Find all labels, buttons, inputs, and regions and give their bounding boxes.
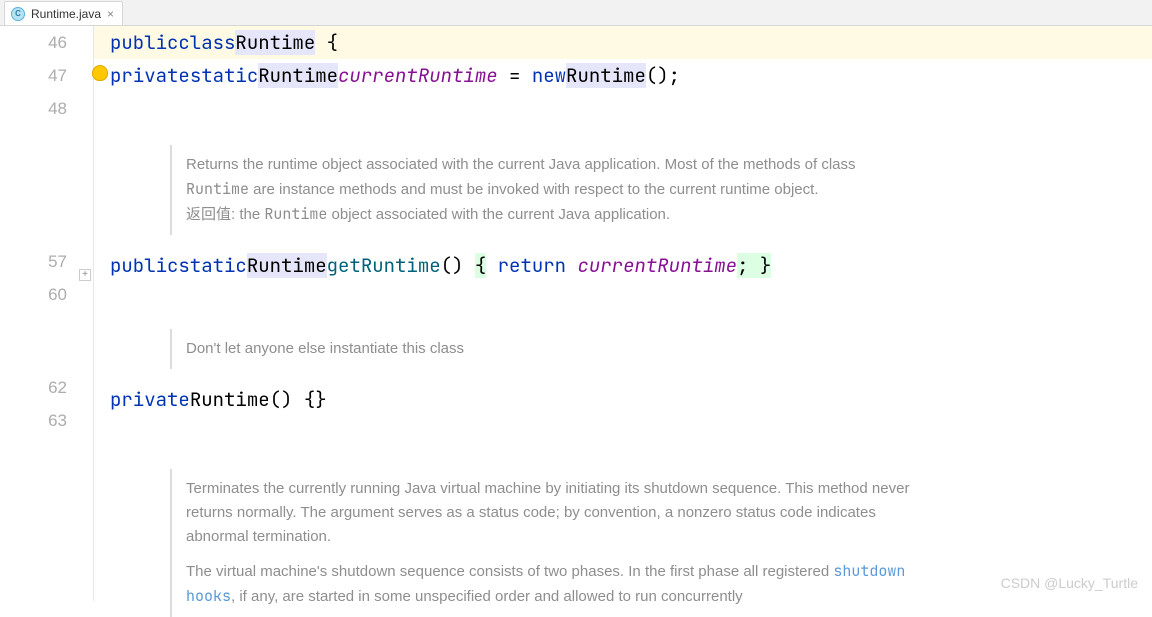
javadoc-block: Returns the runtime object associated wi… <box>170 145 930 235</box>
tab-filename: Runtime.java <box>31 7 101 21</box>
editor-tab[interactable]: C Runtime.java × <box>4 1 123 25</box>
line-number[interactable]: 47 <box>0 59 67 92</box>
javadoc-block: Terminates the currently running Java vi… <box>170 469 930 617</box>
line-number[interactable]: 60 <box>0 278 67 311</box>
line-number[interactable]: 57 <box>0 245 67 278</box>
line-number[interactable]: 62 <box>0 371 67 404</box>
javadoc-block: Don't let anyone else instantiate this c… <box>170 329 930 369</box>
line-number[interactable]: 63 <box>0 404 67 437</box>
gutter: 46 47 48 57 + 60 62 63 <box>0 26 94 601</box>
line-number[interactable]: 48 <box>0 92 67 125</box>
code-line[interactable]: private static Runtime currentRuntime = … <box>94 59 1152 92</box>
editor: 46 47 48 57 + 60 62 63 public class Runt… <box>0 26 1152 601</box>
close-icon[interactable]: × <box>107 7 114 21</box>
code-area[interactable]: public class Runtime { private static Ru… <box>94 26 1152 601</box>
code-line[interactable]: public class Runtime { <box>94 26 1152 59</box>
line-number[interactable]: 46 <box>0 26 67 59</box>
fold-marker-icon[interactable]: + <box>79 269 91 281</box>
code-line[interactable]: public static Runtime getRuntime() { ret… <box>94 249 1152 282</box>
watermark: CSDN @Lucky_Turtle <box>1001 575 1138 591</box>
code-line[interactable] <box>94 282 1152 315</box>
code-line[interactable]: private Runtime() {} <box>94 383 1152 416</box>
java-class-icon: C <box>11 7 25 21</box>
code-line[interactable] <box>94 92 1152 125</box>
intention-bulb-icon[interactable] <box>92 65 108 81</box>
code-line[interactable] <box>94 416 1152 449</box>
tab-bar: C Runtime.java × <box>0 0 1152 26</box>
